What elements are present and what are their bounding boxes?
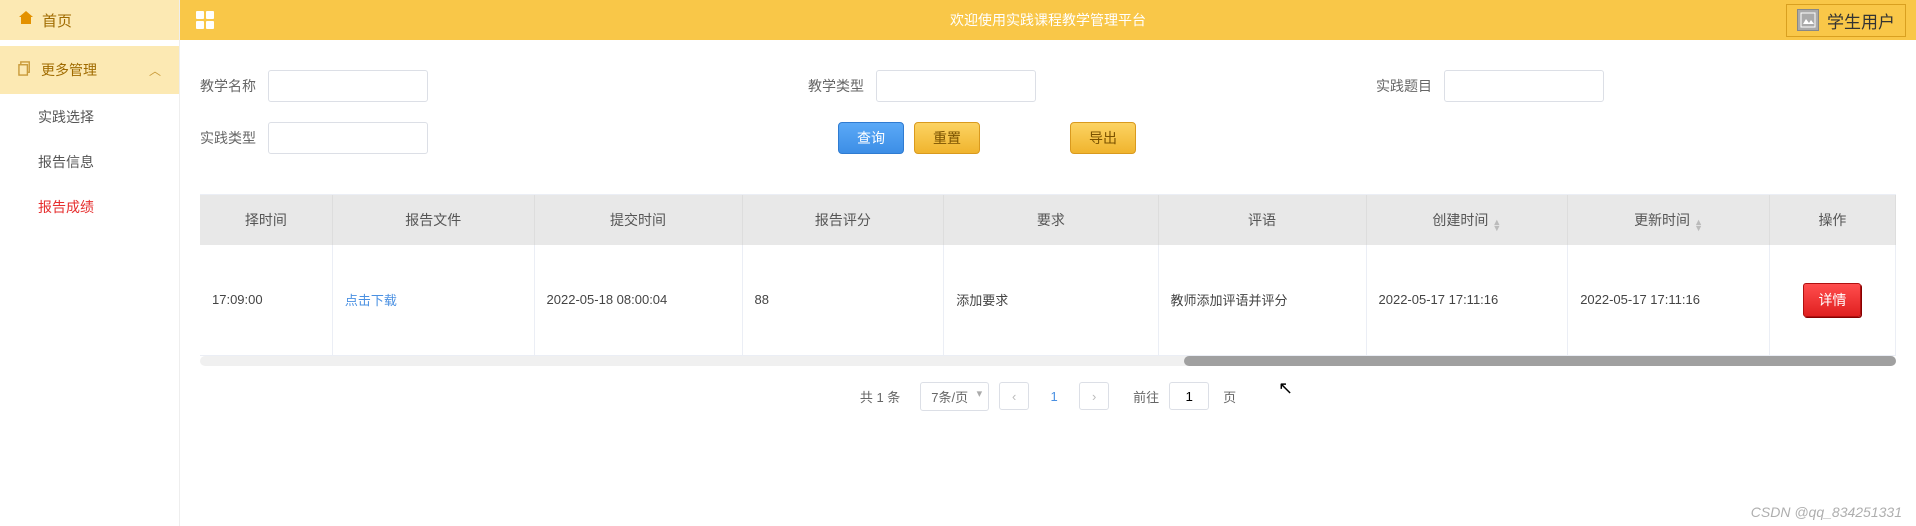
filter-label: 实践类型 bbox=[200, 128, 256, 148]
apps-grid-icon[interactable] bbox=[196, 11, 214, 29]
sidebar-item-label: 实践选择 bbox=[38, 107, 94, 127]
filter-practice-type: 实践类型 bbox=[200, 122, 428, 154]
sidebar-item-practice-select[interactable]: 实践选择 bbox=[0, 94, 179, 139]
page-total: 共 1 条 bbox=[860, 387, 900, 406]
page-prev-button[interactable]: ‹ bbox=[999, 382, 1029, 410]
th-update-time[interactable]: 更新时间▲▼ bbox=[1568, 195, 1770, 245]
topbar: 欢迎使用实践课程教学管理平台 学生用户 bbox=[180, 0, 1916, 40]
cell-update-time: 2022-05-17 17:11:16 bbox=[1568, 245, 1770, 355]
filter-row-2: 实践类型 查询 重置 导出 bbox=[200, 122, 1896, 154]
th-requirement: 要求 bbox=[944, 195, 1158, 245]
th-create-time[interactable]: 创建时间▲▼ bbox=[1366, 195, 1568, 245]
page-title: 欢迎使用实践课程教学管理平台 bbox=[950, 10, 1146, 30]
table-container: 择时间 报告文件 提交时间 报告评分 要求 评语 创建时间▲▼ 更新时间▲▼ 操… bbox=[200, 194, 1896, 366]
teach-type-input[interactable] bbox=[876, 70, 1036, 102]
th-submit-time: 提交时间 bbox=[534, 195, 742, 245]
query-button[interactable]: 查询 bbox=[838, 122, 904, 154]
table-header-row: 择时间 报告文件 提交时间 报告评分 要求 评语 创建时间▲▼ 更新时间▲▼ 操… bbox=[200, 195, 1896, 245]
th-file: 报告文件 bbox=[332, 195, 534, 245]
filter-teach-name: 教学名称 bbox=[200, 70, 428, 102]
filter-practice-title: 实践题目 bbox=[1376, 70, 1604, 102]
content: 教学名称 教学类型 实践题目 实践类型 查询 bbox=[180, 40, 1916, 526]
th-select-time: 择时间 bbox=[200, 195, 332, 245]
page-size-select[interactable]: 7条/页 bbox=[920, 382, 989, 411]
sidebar-home-label: 首页 bbox=[42, 10, 72, 31]
filter-row-1: 教学名称 教学类型 实践题目 bbox=[200, 70, 1896, 102]
page-goto-suffix: 页 bbox=[1223, 387, 1236, 406]
copy-icon bbox=[18, 61, 33, 79]
sidebar-item-label: 报告信息 bbox=[38, 152, 94, 172]
filter-label: 实践题目 bbox=[1376, 76, 1432, 96]
practice-type-input[interactable] bbox=[268, 122, 428, 154]
detail-button[interactable]: 详情 bbox=[1803, 283, 1861, 317]
sort-icon: ▲▼ bbox=[1492, 219, 1501, 231]
page-goto-input[interactable] bbox=[1169, 382, 1209, 410]
avatar-icon bbox=[1797, 9, 1819, 31]
sidebar-item-report-score[interactable]: 报告成绩 bbox=[0, 184, 179, 229]
watermark: CSDN @qq_834251331 bbox=[1751, 504, 1902, 520]
page-next-button[interactable]: › bbox=[1079, 382, 1109, 410]
table-row: 17:09:00 点击下载 2022-05-18 08:00:04 88 添加要… bbox=[200, 245, 1896, 355]
horizontal-scrollbar[interactable] bbox=[200, 356, 1896, 366]
sidebar-home[interactable]: 首页 bbox=[0, 0, 179, 40]
reset-button[interactable]: 重置 bbox=[914, 122, 980, 154]
th-op: 操作 bbox=[1769, 195, 1895, 245]
cell-op: 详情 bbox=[1769, 245, 1895, 355]
page-goto-label: 前往 bbox=[1133, 387, 1159, 406]
sidebar-item-report-info[interactable]: 报告信息 bbox=[0, 139, 179, 184]
chevron-up-icon: ︿ bbox=[149, 62, 161, 79]
user-label: 学生用户 bbox=[1827, 8, 1895, 33]
sidebar: 首页 更多管理 ︿ 实践选择 报告信息 报告成绩 bbox=[0, 0, 180, 526]
filter-label: 教学类型 bbox=[808, 76, 864, 96]
user-menu[interactable]: 学生用户 bbox=[1786, 4, 1906, 37]
data-table: 择时间 报告文件 提交时间 报告评分 要求 评语 创建时间▲▼ 更新时间▲▼ 操… bbox=[200, 195, 1896, 356]
th-score: 报告评分 bbox=[742, 195, 944, 245]
cell-file: 点击下载 bbox=[332, 245, 534, 355]
filter-teach-type: 教学类型 bbox=[808, 70, 1036, 102]
cell-comment: 教师添加评语并评分 bbox=[1158, 245, 1366, 355]
download-link[interactable]: 点击下载 bbox=[345, 293, 397, 308]
sidebar-item-label: 报告成绩 bbox=[38, 197, 94, 217]
cell-score: 88 bbox=[742, 245, 944, 355]
export-button[interactable]: 导出 bbox=[1070, 122, 1136, 154]
page-number[interactable]: 1 bbox=[1039, 382, 1069, 410]
cell-requirement: 添加要求 bbox=[944, 245, 1158, 355]
cell-create-time: 2022-05-17 17:11:16 bbox=[1366, 245, 1568, 355]
filter-label: 教学名称 bbox=[200, 76, 256, 96]
cell-select-time: 17:09:00 bbox=[200, 245, 332, 355]
home-icon bbox=[18, 10, 34, 30]
sidebar-more-mgmt[interactable]: 更多管理 ︿ bbox=[0, 46, 179, 94]
teach-name-input[interactable] bbox=[268, 70, 428, 102]
th-comment: 评语 bbox=[1158, 195, 1366, 245]
scrollbar-thumb[interactable] bbox=[1184, 356, 1896, 366]
sort-icon: ▲▼ bbox=[1694, 219, 1703, 231]
main: 欢迎使用实践课程教学管理平台 学生用户 教学名称 教学类型 bbox=[180, 0, 1916, 526]
pagination: 共 1 条 7条/页 ‹ 1 › 前往 页 bbox=[200, 366, 1896, 427]
cell-submit-time: 2022-05-18 08:00:04 bbox=[534, 245, 742, 355]
practice-title-input[interactable] bbox=[1444, 70, 1604, 102]
sidebar-more-label: 更多管理 bbox=[41, 60, 97, 80]
